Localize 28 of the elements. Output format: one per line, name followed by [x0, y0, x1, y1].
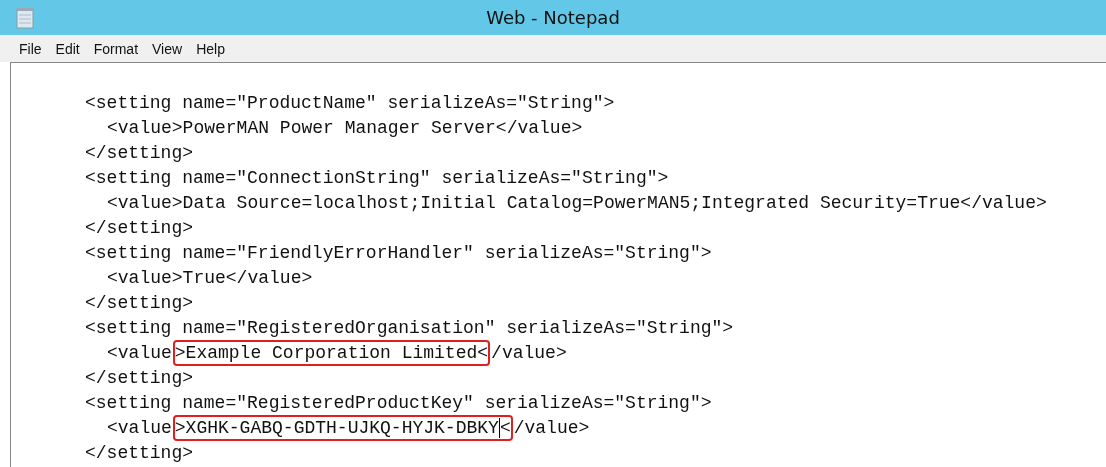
window-title: Web - Notepad [486, 7, 620, 28]
code-line: /value> [491, 342, 567, 365]
code-line: <value>Data Source=localhost;Initial Catalog=PowerMAN5;Integrated Security=True</value> [107, 192, 1047, 215]
code-line: </setting> [85, 217, 194, 240]
menu-item[interactable]: Edit [48, 38, 87, 59]
code-line: <setting name="FriendlyErrorHandler" serializeAs="String"> [85, 242, 712, 265]
highlighted-value: >XGHK-GABQ-GDTH-UJKQ-HYJK-DBKY< [174, 417, 511, 439]
code-line: </setting> [85, 442, 194, 465]
code-line: </setting> [85, 292, 194, 315]
notepad-icon [16, 6, 34, 29]
code-line: </setting> [85, 367, 194, 390]
code-line: <value>PowerMAN Power Manager Server</value> [107, 117, 583, 140]
menu-item[interactable]: File [12, 38, 49, 59]
code-line: <value>True</value> [107, 267, 313, 290]
code-line: <setting name="ProductName" serializeAs="String"> [85, 92, 615, 115]
code-line: <setting name="ConnectionString" serializeAs="String"> [85, 167, 669, 190]
code-line: </setting> [85, 142, 194, 165]
code-line: /value> [513, 417, 590, 440]
highlighted-value: >Example Corporation Limited< [174, 342, 489, 364]
text-editor[interactable] [10, 62, 1106, 467]
menu-item[interactable]: Format [86, 38, 146, 59]
menu-item[interactable]: View [145, 38, 190, 59]
text-cursor [498, 418, 500, 439]
code-line: <setting name="RegisteredProductKey" serializeAs="String"> [85, 392, 712, 415]
menu-item[interactable]: Help [189, 38, 232, 59]
code-line: <setting name="RegisteredOrganisation" serializeAs="String"> [85, 317, 734, 340]
code-line: <value [107, 342, 172, 365]
code-line: <value [107, 417, 172, 440]
